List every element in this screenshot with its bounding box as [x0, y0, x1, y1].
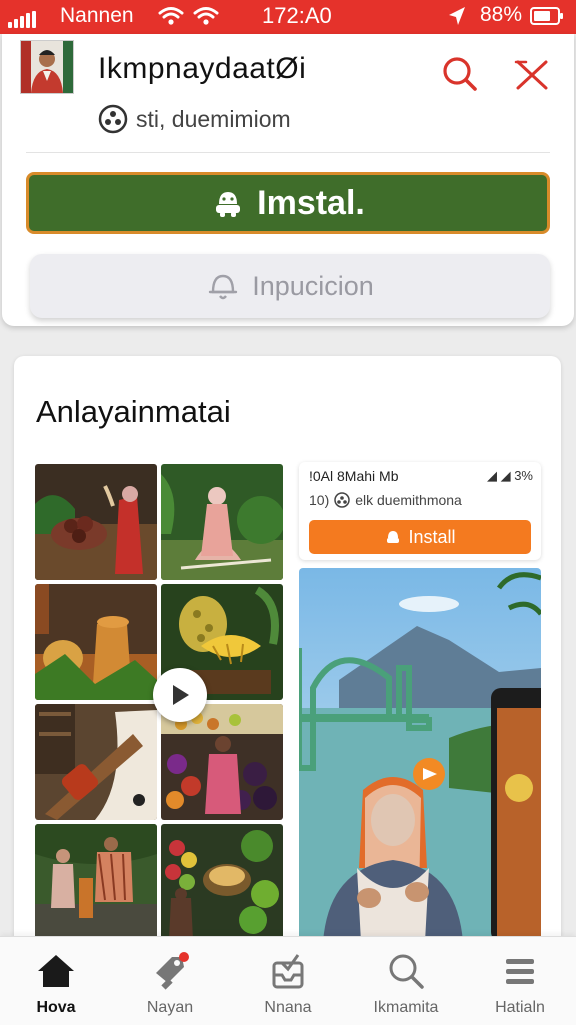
install-button-label: Imstal. [257, 183, 365, 222]
nav-item-label: Nayan [146, 999, 194, 1016]
preview-app-header: !0Al 8Mahi Mb ◢ ◢ 3% 10) elk duemithmona… [299, 462, 541, 560]
gallery-image[interactable] [35, 464, 157, 580]
play-button[interactable] [153, 668, 207, 722]
gallery-image[interactable] [35, 824, 157, 940]
bell-icon [209, 274, 238, 300]
header-divider [26, 152, 550, 153]
nav-item-label: Ikmamita [373, 999, 439, 1016]
app-avatar[interactable] [20, 40, 74, 94]
signal-icon [8, 11, 36, 28]
preview-sub-prefix: 10) [309, 492, 330, 508]
app-subtitle: sti, duemimiom [136, 105, 291, 132]
android-icon [216, 192, 241, 217]
preview-status-text: !0Al 8Mahi Mb [309, 468, 399, 484]
nav-item-label: Hatialn [495, 999, 545, 1016]
wifi-icon [158, 7, 184, 25]
close-icon[interactable] [512, 54, 552, 94]
wifi-icon [193, 7, 219, 25]
app-subtitle-row: sti, duemimiom [98, 104, 291, 134]
gallery-image[interactable] [35, 704, 157, 820]
install-button[interactable]: Imstal. [26, 172, 550, 234]
app-header-card: IkmpnaydaatØi sti, duemimiom Imstal. Inp… [2, 34, 574, 326]
gallery-image[interactable] [161, 824, 283, 940]
status-bar: Nannen 172:A0 88% [0, 0, 576, 34]
preview-landscape-image [299, 568, 541, 942]
home-icon [38, 955, 74, 987]
gallery-title: Anlayainmatai [36, 394, 231, 429]
preview-status-icons: ◢ ◢ 3% [486, 468, 533, 483]
developer-badge-icon [98, 104, 128, 134]
gallery-image[interactable] [161, 464, 283, 580]
nav-item-home[interactable]: Hova [6, 937, 106, 1025]
play-icon [173, 685, 189, 705]
bottom-navigation: Hova Nayan Nnana Ikmamita Hatialn [0, 936, 576, 1025]
nav-item-inbox[interactable]: Nnana [238, 937, 338, 1025]
location-arrow-icon [449, 7, 465, 25]
preview-subtitle-row: 10) elk duemithmona [309, 492, 462, 508]
nav-item-search[interactable]: Ikmamita [356, 937, 456, 1025]
gallery-card: Anlayainmatai !0Al 8Mahi Mb ◢ ◢ 3% 10) e… [14, 356, 561, 956]
app-title: IkmpnaydaatØi [98, 52, 307, 85]
carrier-name: Nannen [60, 4, 134, 27]
notify-button[interactable]: Inpucicion [30, 254, 550, 318]
preview-sub-text: elk duemithmona [355, 492, 462, 508]
preview-screenshot[interactable]: !0Al 8Mahi Mb ◢ ◢ 3% 10) elk duemithmona… [299, 462, 541, 942]
android-icon [387, 531, 400, 543]
battery-percent: 88% [480, 3, 523, 26]
nav-item-label: Hova [36, 999, 76, 1016]
menu-icon [506, 959, 534, 984]
nav-item-menu[interactable]: Hatialn [470, 937, 570, 1025]
developer-badge-icon [334, 492, 350, 508]
media-grid [35, 464, 283, 940]
search-icon [389, 954, 424, 989]
preview-install-label: Install [408, 526, 456, 547]
nav-item-tag[interactable]: Nayan [120, 937, 220, 1025]
notify-button-label: Inpucicion [252, 270, 374, 301]
battery-icon [530, 7, 563, 25]
preview-install-button: Install [309, 520, 531, 554]
search-icon[interactable] [440, 54, 480, 94]
inbox-icon [272, 954, 304, 989]
clock-time: 172:A0 [262, 3, 332, 28]
gallery-image[interactable] [35, 584, 157, 700]
nav-item-label: Nnana [264, 999, 312, 1016]
tag-icon [156, 952, 189, 990]
